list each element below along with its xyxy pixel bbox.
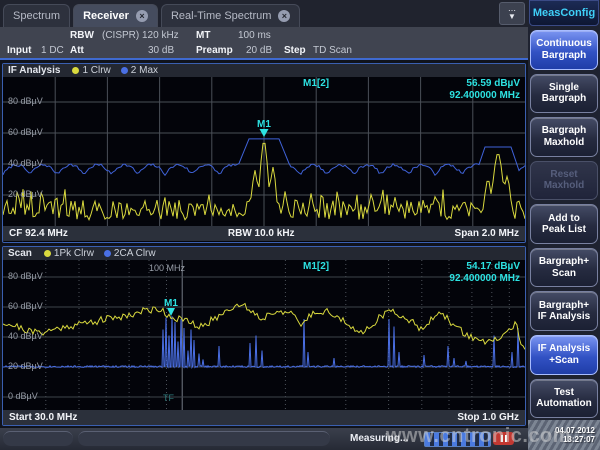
softkey-test-automation[interactable]: Test Automation: [530, 379, 598, 419]
mt-label: MT: [196, 30, 210, 41]
trace-label: 2CA Clrw: [114, 248, 156, 259]
scan-footer: Start 30.0 MHz Stop 1.0 GHz: [3, 410, 525, 425]
scan-legend-item: 2CA Clrw: [104, 248, 156, 259]
softkey-single-bargraph[interactable]: Single Bargraph: [530, 74, 598, 114]
receiver-app-window: Spectrum Receiver × Real-Time Spectrum × ⋯▼ R…: [0, 0, 600, 450]
datetime-display: 04.07.2012 13:27:07: [528, 420, 600, 450]
step-value[interactable]: TD Scan: [313, 45, 352, 56]
scan-marker-level: 54.17 dBµV: [466, 261, 520, 272]
cf-value[interactable]: CF 92.4 MHz: [9, 228, 68, 239]
tab-label: Receiver: [83, 10, 129, 22]
trace-label: 1Pk Clrw: [54, 248, 94, 259]
preamp-label: Preamp: [196, 45, 233, 56]
att-label: Att: [70, 45, 84, 56]
transducer-factor-label: TF: [163, 393, 174, 403]
tab-bar: Spectrum Receiver × Real-Time Spectrum × ⋯▼: [0, 0, 528, 27]
span-value[interactable]: Span 2.0 MHz: [455, 228, 519, 239]
tab-label: Real-Time Spectrum: [171, 10, 271, 22]
status-bar: Measuring...: [0, 428, 528, 450]
mt-value[interactable]: 100 ms: [238, 30, 271, 41]
softkey-reset-maxhold: Reset Maxhold: [530, 161, 598, 201]
softkey-continuous-bargraph[interactable]: Continuous Bargraph: [530, 30, 598, 70]
softkey-buttons: Continuous BargraphSingle BargraphBargra…: [528, 28, 600, 420]
marker-m1-label: M1: [257, 119, 271, 130]
if-analysis-title: IF Analysis: [8, 65, 60, 76]
softkey-if-analysis-scan[interactable]: IF Analysis +Scan: [530, 335, 598, 375]
if-legend-item: 1 Clrw: [72, 65, 110, 76]
date-text: 04.07.2012: [555, 426, 595, 435]
trace-color-dot-icon: [44, 250, 51, 257]
softkey-slot-left: [3, 431, 73, 446]
scan-header: Scan 1Pk Clrw 2CA Clrw: [3, 247, 525, 260]
trace-label: 1 Clrw: [82, 65, 110, 76]
freq-ref-label: 100 MHz: [149, 263, 185, 273]
start-freq-value[interactable]: Start 30.0 MHz: [9, 412, 77, 423]
marker-m1-label: M1: [164, 298, 178, 309]
measconfig-menu-title: MeasConfig: [529, 0, 599, 26]
tab-label: Spectrum: [13, 10, 60, 22]
rbw-label: RBW: [70, 30, 94, 41]
scan-graph[interactable]: M1 100 MHz TF M1[2] 54.17 dBµV 92.400000…: [3, 260, 525, 410]
scan-panel: Scan 1Pk Clrw 2CA Clrw M1 100 MHz TF M1[2…: [2, 246, 526, 426]
tab-close-icon[interactable]: ×: [136, 10, 148, 22]
softkey-slot-mid: [78, 431, 330, 446]
trace-color-dot-icon: [72, 67, 79, 74]
settings-bar: RBW (CISPR) 120 kHz MT 100 ms Input 1 DC…: [0, 27, 528, 60]
tab-real-time-spectrum[interactable]: Real-Time Spectrum ×: [161, 4, 300, 27]
scan-title: Scan: [8, 248, 32, 259]
if-marker-name: M1[2]: [303, 78, 329, 89]
scan-progress-bar: [424, 432, 491, 447]
tab-close-icon[interactable]: ×: [278, 10, 290, 22]
time-text: 13:27:07: [563, 435, 595, 444]
status-icon-red: [493, 432, 514, 445]
if-marker-level: 56.59 dBµV: [466, 78, 520, 89]
rbw-footer-value[interactable]: RBW 10.0 kHz: [228, 228, 295, 239]
softkey-bargraph-scan[interactable]: Bargraph+ Scan: [530, 248, 598, 288]
preamp-value[interactable]: 20 dB: [246, 45, 272, 56]
scan-legend-item: 1Pk Clrw: [44, 248, 94, 259]
stop-freq-value[interactable]: Stop 1.0 GHz: [457, 412, 519, 423]
scan-legend: 1Pk Clrw 2CA Clrw: [44, 248, 156, 259]
softkey-sidebar: MeasConfig Continuous BargraphSingle Bar…: [528, 0, 600, 450]
tab-spectrum[interactable]: Spectrum: [3, 4, 70, 27]
scan-trace-peak: [3, 304, 525, 350]
input-value[interactable]: 1 DC: [41, 45, 64, 56]
rbw-value[interactable]: (CISPR) 120 kHz: [102, 30, 179, 41]
softkey-bargraph-if-analysis[interactable]: Bargraph+ IF Analysis: [530, 291, 598, 331]
tab-overflow-menu-icon[interactable]: ⋯▼: [499, 2, 525, 25]
softkey-add-to-peak-list[interactable]: Add to Peak List: [530, 204, 598, 244]
trace-color-dot-icon: [104, 250, 111, 257]
scan-marker-freq: 92.400000 MHz: [449, 273, 520, 284]
trace-label: 2 Max: [131, 65, 158, 76]
measuring-status-text: Measuring...: [350, 433, 408, 444]
input-label: Input: [7, 45, 31, 56]
step-label: Step: [284, 45, 306, 56]
tab-receiver[interactable]: Receiver ×: [73, 4, 158, 27]
if-legend-item: 2 Max: [121, 65, 158, 76]
if-analysis-header: IF Analysis 1 Clrw 2 Max: [3, 64, 525, 77]
if-analysis-panel: IF Analysis 1 Clrw 2 Max M1 M1[2] 56.59 d…: [2, 63, 526, 243]
trace-color-dot-icon: [121, 67, 128, 74]
if-analysis-footer: CF 92.4 MHz RBW 10.0 kHz Span 2.0 MHz: [3, 226, 525, 241]
scan-marker-name: M1[2]: [303, 261, 329, 272]
att-value[interactable]: 30 dB: [148, 45, 174, 56]
softkey-bargraph-maxhold[interactable]: Bargraph Maxhold: [530, 117, 598, 157]
scan-trace-average: [3, 316, 525, 367]
if-analysis-graph[interactable]: M1 M1[2] 56.59 dBµV 92.400000 MHz 80 dBµ…: [3, 77, 525, 226]
if-legend: 1 Clrw 2 Max: [72, 65, 158, 76]
if-marker-freq: 92.400000 MHz: [449, 90, 520, 101]
